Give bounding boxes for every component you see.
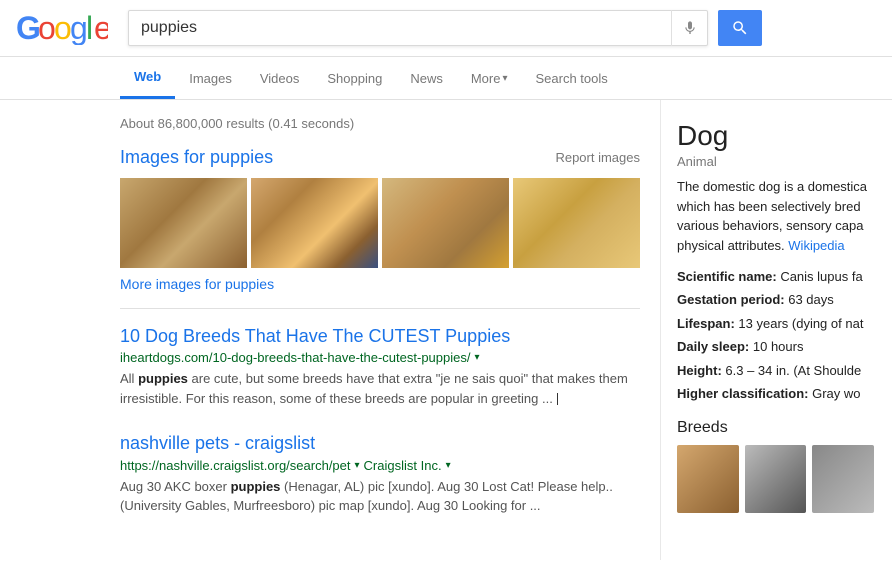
nav-item-videos[interactable]: Videos xyxy=(246,59,314,98)
breeds-title: Breeds xyxy=(677,419,874,437)
fact-height: Height: 6.3 – 34 in. (At Shoulde xyxy=(677,359,874,382)
fact-lifespan: Lifespan: 13 years (dying of nat xyxy=(677,312,874,335)
fact-daily-sleep: Daily sleep: 10 hours xyxy=(677,335,874,358)
result-2-title[interactable]: nashville pets - craigslist xyxy=(120,433,315,453)
result-2-url-line: https://nashville.craigslist.org/search/… xyxy=(120,458,640,473)
result-1-url-line: iheartdogs.com/10-dog-breeds-that-have-t… xyxy=(120,350,640,365)
main-content: About 86,800,000 results (0.41 seconds) … xyxy=(0,100,892,560)
result-1-title[interactable]: 10 Dog Breeds That Have The CUTEST Puppi… xyxy=(120,326,510,346)
images-for-puppies-link[interactable]: Images for puppies xyxy=(120,147,273,168)
images-header: Images for puppies Report images xyxy=(120,147,640,168)
image-strip xyxy=(120,178,640,268)
fact-scientific-name: Scientific name: Canis lupus fa xyxy=(677,265,874,288)
sidebar-facts: Scientific name: Canis lupus fa Gestatio… xyxy=(677,265,874,405)
breed-thumb-1[interactable] xyxy=(677,445,739,513)
more-images-link[interactable]: More images for puppies xyxy=(120,276,640,292)
nav-item-search-tools[interactable]: Search tools xyxy=(522,59,622,98)
breed-thumb-3[interactable] xyxy=(812,445,874,513)
mic-button[interactable] xyxy=(671,10,707,46)
result-1-snippet: All puppies are cute, but some breeds ha… xyxy=(120,369,640,408)
knowledge-panel: Dog Animal The domestic dog is a domesti… xyxy=(660,100,890,560)
nav-item-news[interactable]: News xyxy=(396,59,457,98)
puppy-thumb-4[interactable] xyxy=(513,178,640,268)
sidebar-description: The domestic dog is a domestica which ha… xyxy=(677,177,874,255)
result-2-dropdown-arrow[interactable]: ▾ xyxy=(355,460,360,471)
result-2-url: https://nashville.craigslist.org/search/… xyxy=(120,458,351,473)
puppy-thumb-2[interactable] xyxy=(251,178,378,268)
nav-item-shopping[interactable]: Shopping xyxy=(313,59,396,98)
result-2-suffix-arrow[interactable]: ▾ xyxy=(446,460,451,471)
images-section: Images for puppies Report images More im… xyxy=(120,147,640,292)
fact-gestation: Gestation period: 63 days xyxy=(677,288,874,311)
search-result-2: nashville pets - craigslist https://nash… xyxy=(120,432,640,515)
report-images-link[interactable]: Report images xyxy=(555,150,640,165)
main-nav: Web Images Videos Shopping News More ▾ S… xyxy=(0,57,892,100)
google-logo: G o o g l e xyxy=(16,12,108,45)
search-result-1: 10 Dog Breeds That Have The CUTEST Puppi… xyxy=(120,325,640,408)
more-dropdown-icon: ▾ xyxy=(502,73,507,84)
search-input[interactable] xyxy=(129,19,671,37)
text-cursor xyxy=(557,393,558,405)
header: G o o g l e xyxy=(0,0,892,57)
puppy-thumb-1[interactable] xyxy=(120,178,247,268)
svg-text:l: l xyxy=(86,12,93,45)
result-2-snippet: Aug 30 AKC boxer puppies (Henagar, AL) p… xyxy=(120,477,640,516)
breeds-row xyxy=(677,445,874,513)
search-button[interactable] xyxy=(718,10,762,46)
puppy-thumb-3[interactable] xyxy=(382,178,509,268)
result-1-url: iheartdogs.com/10-dog-breeds-that-have-t… xyxy=(120,350,470,365)
sidebar-title: Dog xyxy=(677,120,874,152)
section-divider xyxy=(120,308,640,309)
result-2-url-suffix: Craigslist Inc. xyxy=(364,458,442,473)
fact-higher-classification: Higher classification: Gray wo xyxy=(677,382,874,405)
result-1-dropdown-arrow[interactable]: ▾ xyxy=(474,352,479,363)
search-bar xyxy=(128,10,708,46)
breed-thumb-2[interactable] xyxy=(745,445,807,513)
nav-item-more[interactable]: More ▾ xyxy=(457,59,522,98)
wikipedia-link[interactable]: Wikipedia xyxy=(788,238,844,253)
sidebar-subtitle: Animal xyxy=(677,154,874,169)
search-results: About 86,800,000 results (0.41 seconds) … xyxy=(0,100,660,560)
nav-item-web[interactable]: Web xyxy=(120,57,175,99)
result-count: About 86,800,000 results (0.41 seconds) xyxy=(120,116,640,131)
nav-item-images[interactable]: Images xyxy=(175,59,246,98)
svg-text:e: e xyxy=(94,12,108,45)
